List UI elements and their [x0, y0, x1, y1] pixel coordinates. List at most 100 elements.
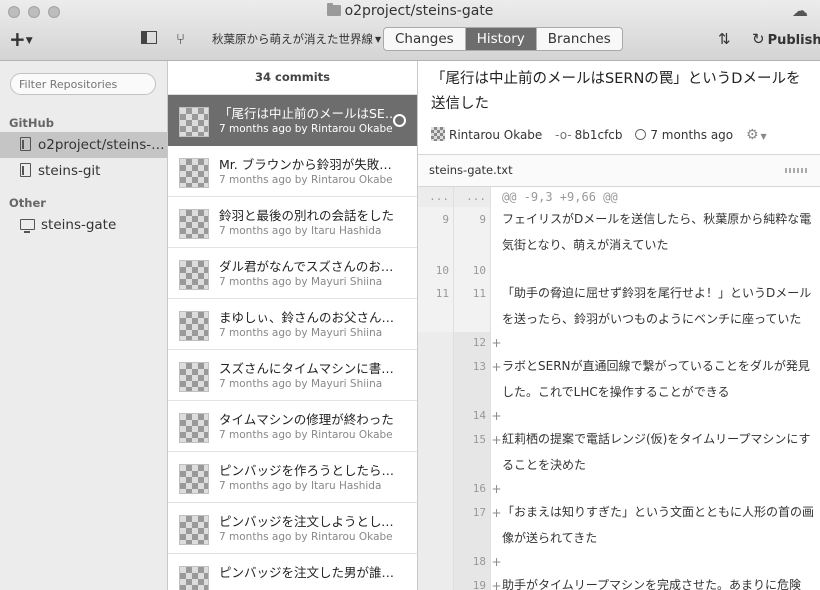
commit-item[interactable]: ピンバッジを注文した男が誰かわかった: [168, 554, 417, 590]
commit-item[interactable]: 鈴羽と最後の別れの会話をした 7 months ago by Itaru Has…: [168, 197, 417, 248]
tab-history[interactable]: History: [464, 28, 536, 50]
pull-request-icon[interactable]: ⇅: [718, 28, 731, 50]
sidebar-item-steins-git[interactable]: steins-git: [0, 158, 167, 184]
tab-branches[interactable]: Branches: [535, 28, 622, 50]
diff-line-added: 15 + 紅莉栖の提案で電話レンジ(仮)をタイムリープマシンにすることを決めた: [418, 427, 820, 478]
branch-icon[interactable]: ⑂: [176, 28, 185, 50]
new-line-number: ...: [454, 187, 491, 207]
commit-sha[interactable]: 8b1cfcb: [575, 128, 623, 142]
commit-item[interactable]: Mr. ブラウンから鈴羽が失敗した 7 months ago by Rintar…: [168, 146, 417, 197]
commit-item[interactable]: ピンバッジを作ろうとしたらオカリン 7 months ago by Itaru …: [168, 452, 417, 503]
sidebar-item-o2project-steins-gate[interactable]: o2project/steins-…: [0, 132, 167, 158]
diff-line-added: 13 + ラボとSERNが直通回線で繋がっていることをダルが発見した。これでLH…: [418, 354, 820, 405]
toolbar: o2project/steins-gate ☁ +▼ ⑂ 秋葉原から萌えが消えた…: [0, 0, 820, 61]
commit-list: 34 commits 「尾行は中止前のメールはSERNの罠」というDメールを送信…: [168, 61, 418, 590]
commit-meta: 7 months ago by Rintarou Okabe: [219, 531, 393, 543]
diff-line-text: [502, 478, 817, 500]
diff-line-added: 14 +: [418, 405, 820, 427]
diff-marker: [491, 281, 502, 332]
avatar: [431, 127, 445, 141]
tab-changes[interactable]: Changes: [384, 28, 465, 50]
commit-message: まゆしぃ、鈴さんのお父さんが分かった: [219, 310, 399, 325]
commit-detail-meta: Rintarou Okabe -o- 8b1cfcb 7 months ago ⚙…: [431, 127, 767, 143]
commit-meta: 7 months ago by Mayuri Shiina: [219, 378, 383, 390]
publish-button[interactable]: ↻ Publish: [752, 28, 820, 50]
new-line-number: 19: [454, 573, 491, 590]
diff-marker-plus: +: [491, 336, 502, 350]
old-line-number: [418, 427, 454, 478]
diff-line-added: 16 +: [418, 478, 820, 500]
commit-message: ピンバッジを注文した男が誰かわかった: [219, 565, 399, 580]
commit-item[interactable]: 「尾行は中止前のメールはSERNの罠」というDメールを送信した 7 months…: [168, 95, 417, 146]
commit-meta: 7 months ago by Mayuri Shiina: [219, 327, 383, 339]
old-line-number: [418, 332, 454, 354]
add-repository-button[interactable]: +▼: [9, 28, 33, 50]
old-line-number: [418, 551, 454, 573]
avatar: [179, 566, 209, 590]
view-tabs: Changes History Branches: [383, 27, 623, 51]
diff-marker-plus: +: [491, 360, 502, 374]
new-line-number: 13: [454, 354, 491, 405]
filter-repositories-input[interactable]: [10, 73, 156, 95]
diff-marker: [491, 187, 502, 207]
diff-marker-plus: +: [491, 433, 502, 447]
commit-item[interactable]: まゆしぃ、鈴さんのお父さんが分かった 7 months ago by Mayur…: [168, 299, 417, 350]
commit-meta: 7 months ago by Itaru Hashida: [219, 480, 382, 492]
new-line-number: 17: [454, 500, 491, 551]
branch-name: 秋葉原から萌えが消えた世界線: [212, 32, 373, 46]
new-line-number: 11: [454, 281, 491, 332]
hunk-header: @@ -9,3 +9,66 @@: [502, 190, 618, 204]
diff-marker-plus: +: [491, 409, 502, 423]
diff-line: 11 11 「助手の脅迫に屈せず鈴羽を尾行せよ！」というDメールを送ったら、鈴羽…: [418, 281, 820, 332]
commit-item[interactable]: スズさんにタイムマシンに書いてある 7 months ago by Mayuri…: [168, 350, 417, 401]
old-line-number: [418, 405, 454, 427]
diff-marker-plus: +: [491, 506, 502, 520]
repo-label: steins-gate: [41, 217, 117, 233]
selected-indicator-icon: [393, 114, 406, 127]
computer-icon: [20, 219, 35, 233]
commit-meta: 7 months ago by Rintarou Okabe: [219, 123, 393, 135]
drag-handle-icon[interactable]: [785, 168, 809, 173]
avatar: [179, 413, 209, 443]
commit-meta: 7 months ago by Rintarou Okabe: [219, 174, 393, 186]
file-header[interactable]: steins-gate.txt: [418, 154, 820, 187]
repository-sidebar: GitHub o2project/steins-… steins-git Oth…: [0, 61, 168, 590]
commit-message: Mr. ブラウンから鈴羽が失敗した: [219, 157, 399, 172]
commit-item[interactable]: ダル君がなんでスズさんのお父さん 7 months ago by Mayuri …: [168, 248, 417, 299]
old-line-number: 9: [418, 207, 454, 258]
commit-message: ピンバッジを作ろうとしたらオカリン: [219, 463, 399, 478]
commit-item[interactable]: タイムマシンの修理が終わった 7 months ago by Rintarou …: [168, 401, 417, 452]
old-line-number: [418, 500, 454, 551]
branch-selector[interactable]: 秋葉原から萌えが消えた世界線 ▼: [212, 28, 381, 50]
chevron-down-icon: ▼: [25, 36, 33, 46]
commit-message: スズさんにタイムマシンに書いてある: [219, 361, 399, 376]
avatar: [179, 464, 209, 494]
commit-icon: -o-: [555, 128, 572, 142]
diff-marker: [491, 258, 502, 281]
diff-line-added: 17 + 「おまえは知りすぎた」という文面とともに人形の首の画像が送られてきた: [418, 500, 820, 551]
commit-item[interactable]: ピンバッジを注文しようとしている 7 months ago by Rintaro…: [168, 503, 417, 554]
new-line-number: 12: [454, 332, 491, 354]
avatar: [179, 311, 209, 341]
sidebar-item-steins-gate[interactable]: steins-gate: [0, 212, 167, 238]
new-line-number: 9: [454, 207, 491, 258]
cloud-upload-icon[interactable]: ☁: [792, 1, 808, 20]
diff-line-text: [502, 551, 817, 573]
diff-marker: [491, 207, 502, 258]
commit-message: タイムマシンの修理が終わった: [219, 412, 394, 427]
diff-line-text: 助手がタイムリープマシンを完成させた。あまりに危険: [502, 578, 802, 590]
avatar: [179, 209, 209, 239]
commit-time: 7 months ago: [650, 128, 734, 142]
sync-icon: ↻: [752, 30, 765, 48]
diff-line-added: 12 +: [418, 332, 820, 354]
diff-line-text: フェイリスがDメールを送信したら、秋葉原から純粋な電気街となり、萌えが消えていた: [502, 212, 812, 252]
toggle-sidebar-button[interactable]: [141, 31, 157, 44]
diff-line-text: 紅莉栖の提案で電話レンジ(仮)をタイムリープマシンにすることを決めた: [502, 432, 811, 472]
old-line-number: 10: [418, 258, 454, 281]
diff-line: 9 9 フェイリスがDメールを送信したら、秋葉原から純粋な電気街となり、萌えが消…: [418, 207, 820, 258]
chevron-down-icon: ▼: [760, 132, 767, 141]
commit-meta: 7 months ago by Rintarou Okabe: [219, 429, 393, 441]
new-line-number: 14: [454, 405, 491, 427]
repo-label: o2project/steins-…: [38, 137, 165, 153]
gear-icon[interactable]: ⚙: [746, 127, 759, 143]
